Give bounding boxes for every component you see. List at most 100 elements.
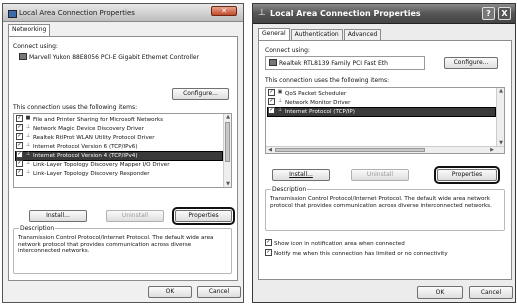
show-icon-checkbox-row[interactable]: ✓ Show icon in notification area when con…	[265, 239, 405, 247]
tab-advanced[interactable]: Advanced	[343, 29, 382, 40]
list-item[interactable]: ✓ ⊥ Internet Protocol Version 4 (TCP/IPv4)	[15, 151, 223, 161]
item-checkbox[interactable]: ✓	[16, 142, 23, 149]
protocol-icon: ⊥	[25, 169, 31, 175]
right-install-button[interactable]: Install...	[272, 169, 330, 181]
list-item[interactable]: ✓ ⊥ Link-Layer Topology Discovery Mapper I…	[16, 160, 222, 169]
left-uninstall-button[interactable]: Uninstall	[106, 210, 164, 222]
left-close-button[interactable]: ✕	[211, 6, 237, 16]
list-item[interactable]: ✓ ⊥ Internet Protocol Version 6 (TCP/IPv6)	[16, 142, 222, 151]
item-label: Link-Layer Topology Discovery Responder	[33, 171, 150, 177]
right-description-text: Transmission Control Protocol/Internet P…	[270, 196, 492, 209]
protocol-icon: ⊥	[277, 107, 283, 113]
scroll-right-icon[interactable]: ▶	[488, 147, 496, 153]
right-close-button[interactable]: X	[498, 7, 511, 20]
list-item[interactable]: ✓ ▣ QoS Packet Scheduler	[268, 89, 495, 98]
item-checkbox[interactable]: ✓	[268, 98, 275, 105]
left-connect-using-label: Connect using:	[13, 43, 58, 50]
tab-general[interactable]: General	[258, 28, 290, 40]
network-adapter-icon	[269, 59, 277, 66]
right-cancel-button[interactable]: Cancel	[469, 286, 513, 299]
protocol-icon: ⊥	[25, 133, 31, 139]
left-items-label: This connection uses the following items…	[13, 104, 138, 111]
scheduler-icon: ▣	[277, 89, 283, 95]
item-label: Network Magic Device Discovery Driver	[33, 126, 144, 132]
notify-checkbox[interactable]: ✓	[265, 249, 272, 256]
right-items-label: This connection uses the following items…	[265, 77, 390, 84]
left-description-group: Description Transmission Control Protoco…	[13, 225, 232, 274]
right-ok-button[interactable]: OK	[417, 286, 463, 299]
item-checkbox[interactable]: ✓	[16, 115, 23, 122]
left-ok-button[interactable]: OK	[148, 286, 192, 298]
item-checkbox[interactable]: ✓	[268, 89, 275, 96]
left-adapter: Marvell Yukon 88E8056 PCI-E Gigabit Ethe…	[19, 53, 200, 61]
list-item[interactable]: ✓ ⊥ Network Magic Device Discovery Driver	[16, 124, 222, 133]
right-dialog: ⊥ Local Area Connection Properties ? X G…	[252, 3, 516, 303]
scroll-left-icon[interactable]: ◀	[266, 147, 274, 153]
right-list-hscrollbar[interactable]: ◀ ▶	[266, 146, 504, 153]
item-label: Link-Layer Topology Discovery Mapper I/O…	[33, 162, 170, 168]
right-list-scrollbar[interactable]: ▲ ▼	[496, 88, 504, 146]
right-title: Local Area Connection Properties	[270, 9, 421, 18]
right-properties-button[interactable]: Properties	[434, 166, 500, 184]
item-checkbox[interactable]: ✓	[16, 124, 23, 131]
item-checkbox[interactable]: ✓	[16, 169, 23, 176]
right-properties-label: Properties	[451, 171, 483, 178]
scroll-thumb[interactable]	[225, 122, 230, 162]
right-connect-using-label: Connect using:	[265, 47, 310, 54]
left-configure-button[interactable]: Configure...	[172, 88, 229, 100]
scroll-up-icon[interactable]: ▲	[497, 88, 504, 94]
scroll-up-icon[interactable]: ▲	[224, 114, 231, 120]
item-label: Internet Protocol Version 4 (TCP/IPv4)	[33, 153, 138, 159]
item-checkbox[interactable]: ✓	[16, 160, 23, 167]
notify-checkbox-row[interactable]: ✓ Notify me when this connection has limi…	[265, 249, 448, 257]
item-label: QoS Packet Scheduler	[285, 91, 347, 97]
close-icon: X	[501, 9, 508, 18]
right-items-list[interactable]: ✓ ▣ QoS Packet Scheduler ✓ ⊥ Network Monitor …	[265, 87, 505, 154]
item-label: Internet Protocol Version 6 (TCP/IPv6)	[33, 144, 138, 150]
item-label: Internet Protocol (TCP/IP)	[285, 109, 355, 115]
list-item[interactable]: ✓ ⊥ Network Monitor Driver	[268, 98, 495, 107]
help-icon: ?	[486, 9, 491, 18]
left-dialog: Local Area Connection Properties ✕ Netwo…	[2, 3, 244, 303]
right-configure-button[interactable]: Configure...	[444, 57, 498, 69]
show-icon-label: Show icon in notification area when conn…	[274, 241, 405, 247]
left-properties-button[interactable]: Properties	[172, 207, 235, 225]
right-help-button[interactable]: ?	[482, 7, 495, 20]
right-adapter: Realtek RTL8139 Family PCI Fast Eth	[269, 59, 388, 67]
left-description-text: Transmission Control Protocol/Internet P…	[18, 235, 214, 255]
left-list-scrollbar[interactable]: ▲ ▼	[223, 114, 231, 187]
item-checkbox[interactable]: ✓	[16, 133, 23, 140]
right-description-group: Description Transmission Control Protoco…	[265, 186, 505, 231]
left-description-label: Description	[19, 225, 56, 232]
protocol-icon: ⊥	[277, 98, 283, 104]
left-adapter-name: Marvell Yukon 88E8056 PCI-E Gigabit Ethe…	[29, 54, 200, 61]
close-icon: ✕	[221, 7, 227, 15]
list-item[interactable]: ✓ ■ File and Printer Sharing for Microsoft…	[16, 115, 222, 124]
right-title-bar[interactable]: ⊥ Local Area Connection Properties ? X	[253, 4, 515, 24]
item-checkbox[interactable]: ✓	[268, 107, 275, 114]
left-networking-panel: Connect using: Marvell Yukon 88E8056 PCI…	[8, 36, 238, 281]
hscroll-thumb[interactable]	[275, 148, 425, 152]
left-items-list[interactable]: ✓ ■ File and Printer Sharing for Microsoft…	[13, 113, 232, 188]
tab-authentication[interactable]: Authentication	[290, 29, 343, 40]
left-title-bar[interactable]: Local Area Connection Properties ✕	[3, 4, 243, 22]
left-install-button[interactable]: Install...	[29, 210, 87, 222]
list-item[interactable]: ✓ ⊥ Link-Layer Topology Discovery Responde…	[16, 169, 222, 178]
network-connection-icon: ⊥	[258, 8, 266, 18]
protocol-icon: ⊥	[25, 151, 31, 157]
right-description-label: Description	[271, 186, 308, 193]
list-item[interactable]: ✓ ⊥ Realtek RtlProt WLAN Utility Protocol …	[16, 133, 222, 142]
protocol-icon: ⊥	[25, 124, 31, 130]
item-checkbox[interactable]: ✓	[16, 151, 23, 158]
item-label: File and Printer Sharing for Microsoft N…	[33, 117, 164, 123]
left-tab-strip: Networking	[8, 24, 51, 36]
left-cancel-button[interactable]: Cancel	[197, 286, 241, 298]
right-adapter-box: Realtek RTL8139 Family PCI Fast Eth	[265, 56, 425, 70]
list-item[interactable]: ✓ ⊥ Internet Protocol (TCP/IP)	[267, 107, 496, 117]
tab-networking[interactable]: Networking	[8, 24, 51, 36]
right-adapter-name: Realtek RTL8139 Family PCI Fast Eth	[279, 60, 388, 67]
right-uninstall-button[interactable]: Uninstall	[351, 169, 409, 181]
show-icon-checkbox[interactable]: ✓	[265, 239, 272, 246]
network-adapter-icon	[19, 53, 27, 60]
scroll-down-icon[interactable]: ▼	[224, 181, 231, 187]
